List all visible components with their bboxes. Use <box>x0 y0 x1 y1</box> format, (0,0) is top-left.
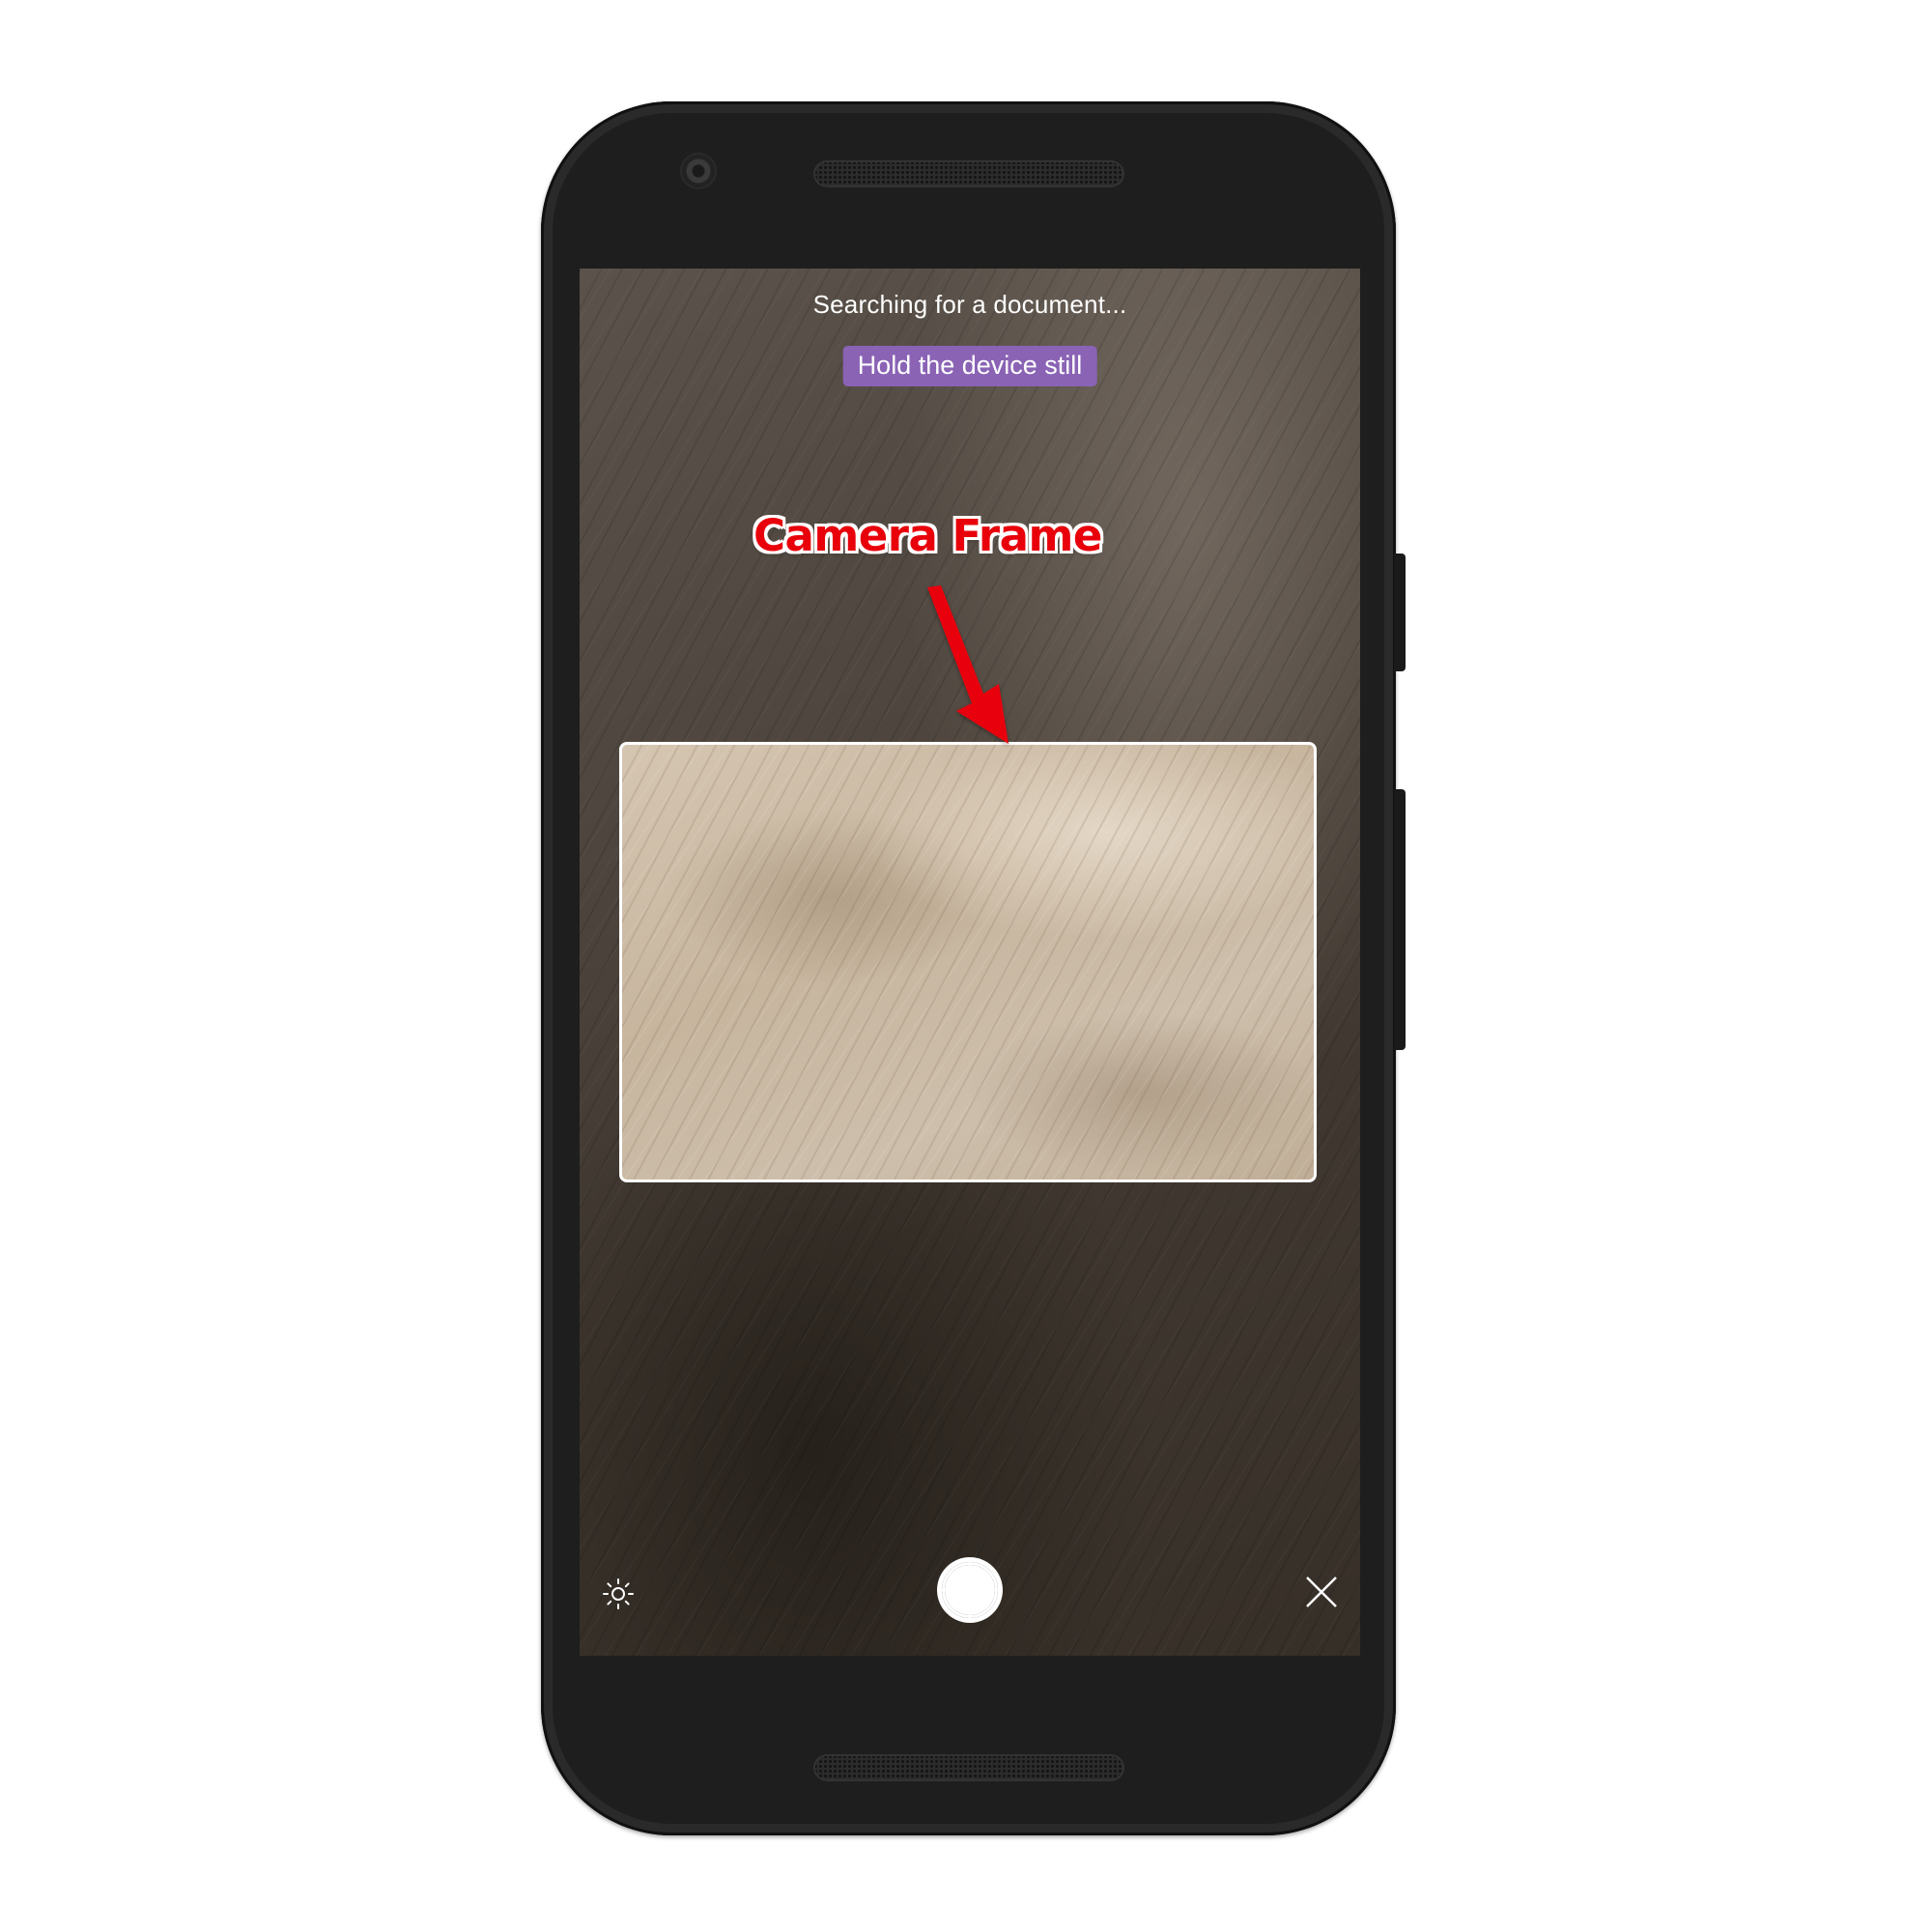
annotation-label: Camera Frame <box>753 510 1102 561</box>
camera-frame <box>619 742 1317 1182</box>
shutter-icon <box>945 1565 995 1615</box>
power-button <box>1394 554 1406 671</box>
brightness-icon <box>603 1578 634 1609</box>
brightness-button[interactable] <box>599 1575 638 1613</box>
annotation-arrow-icon <box>927 585 1009 744</box>
close-icon <box>1306 1577 1337 1607</box>
close-button[interactable] <box>1302 1573 1341 1611</box>
scan-status-text: Searching for a document... <box>812 290 1127 319</box>
earpiece-speaker <box>813 160 1124 187</box>
hint-badge: Hold the device still <box>842 346 1097 386</box>
shutter-button[interactable] <box>937 1557 1003 1623</box>
volume-button <box>1394 789 1406 1050</box>
front-camera <box>682 155 715 187</box>
camera-viewfinder: Searching for a document... Hold the dev… <box>580 269 1360 1656</box>
camera-frame-texture <box>622 745 1314 1179</box>
bottom-speaker <box>813 1754 1124 1781</box>
camera-bottom-bar <box>580 1557 1360 1634</box>
